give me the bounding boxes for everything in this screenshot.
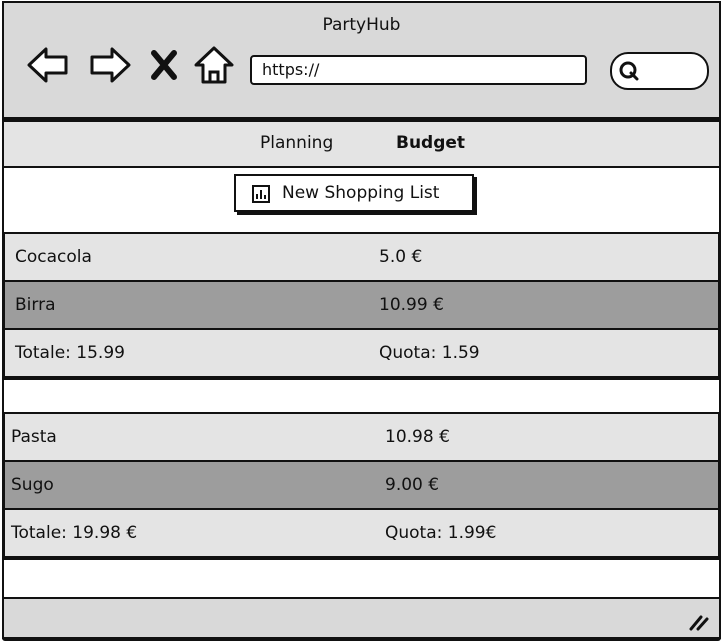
item-name: Pasta	[11, 427, 57, 447]
home-icon[interactable]	[192, 43, 236, 87]
new-shopping-list-button[interactable]: New Shopping List	[234, 174, 474, 212]
close-x-icon[interactable]	[148, 43, 180, 87]
shopping-list-table: Cocacola 5.0 € Birra 10.99 € Totale: 15.…	[3, 232, 720, 378]
table-row-total: Totale: 15.99 Quota: 1.59	[5, 330, 718, 376]
item-price: 9.00 €	[385, 475, 440, 495]
table-row[interactable]: Cocacola 5.0 €	[5, 234, 718, 282]
browser-toolbar: PartyHub https://	[2, 1, 721, 120]
bar-chart-icon	[252, 185, 270, 203]
resize-handle-icon[interactable]	[687, 609, 709, 631]
tab-budget[interactable]: Budget	[396, 133, 465, 153]
search-icon	[619, 61, 639, 81]
table-row[interactable]: Birra 10.99 €	[5, 282, 718, 330]
item-name: Cocacola	[15, 247, 92, 267]
item-price: 10.99 €	[379, 295, 444, 315]
item-price: 10.98 €	[385, 427, 450, 447]
forward-arrow-icon[interactable]	[88, 43, 132, 87]
tab-planning[interactable]: Planning	[260, 133, 333, 153]
shopping-list-table: Pasta 10.98 € Sugo 9.00 € Totale: 19.98 …	[3, 412, 720, 558]
table-row-total: Totale: 19.98 € Quota: 1.99€	[5, 510, 718, 556]
total-amount: Totale: 15.99	[15, 343, 125, 363]
tab-bar: Planning Budget	[2, 120, 721, 168]
share-amount: Quota: 1.59	[379, 343, 480, 363]
url-text: https://	[262, 60, 320, 79]
url-input[interactable]: https://	[250, 55, 587, 85]
status-bar	[2, 597, 721, 639]
share-amount: Quota: 1.99€	[385, 523, 497, 543]
total-amount: Totale: 19.98 €	[11, 523, 138, 543]
item-name: Sugo	[11, 475, 54, 495]
search-input[interactable]	[610, 52, 709, 90]
back-arrow-icon[interactable]	[26, 43, 70, 87]
window-title: PartyHub	[322, 15, 401, 35]
table-row[interactable]: Sugo 9.00 €	[5, 462, 718, 510]
item-price: 5.0 €	[379, 247, 423, 267]
new-shopping-list-label: New Shopping List	[282, 183, 440, 203]
table-row[interactable]: Pasta 10.98 €	[5, 414, 718, 462]
item-name: Birra	[15, 295, 56, 315]
